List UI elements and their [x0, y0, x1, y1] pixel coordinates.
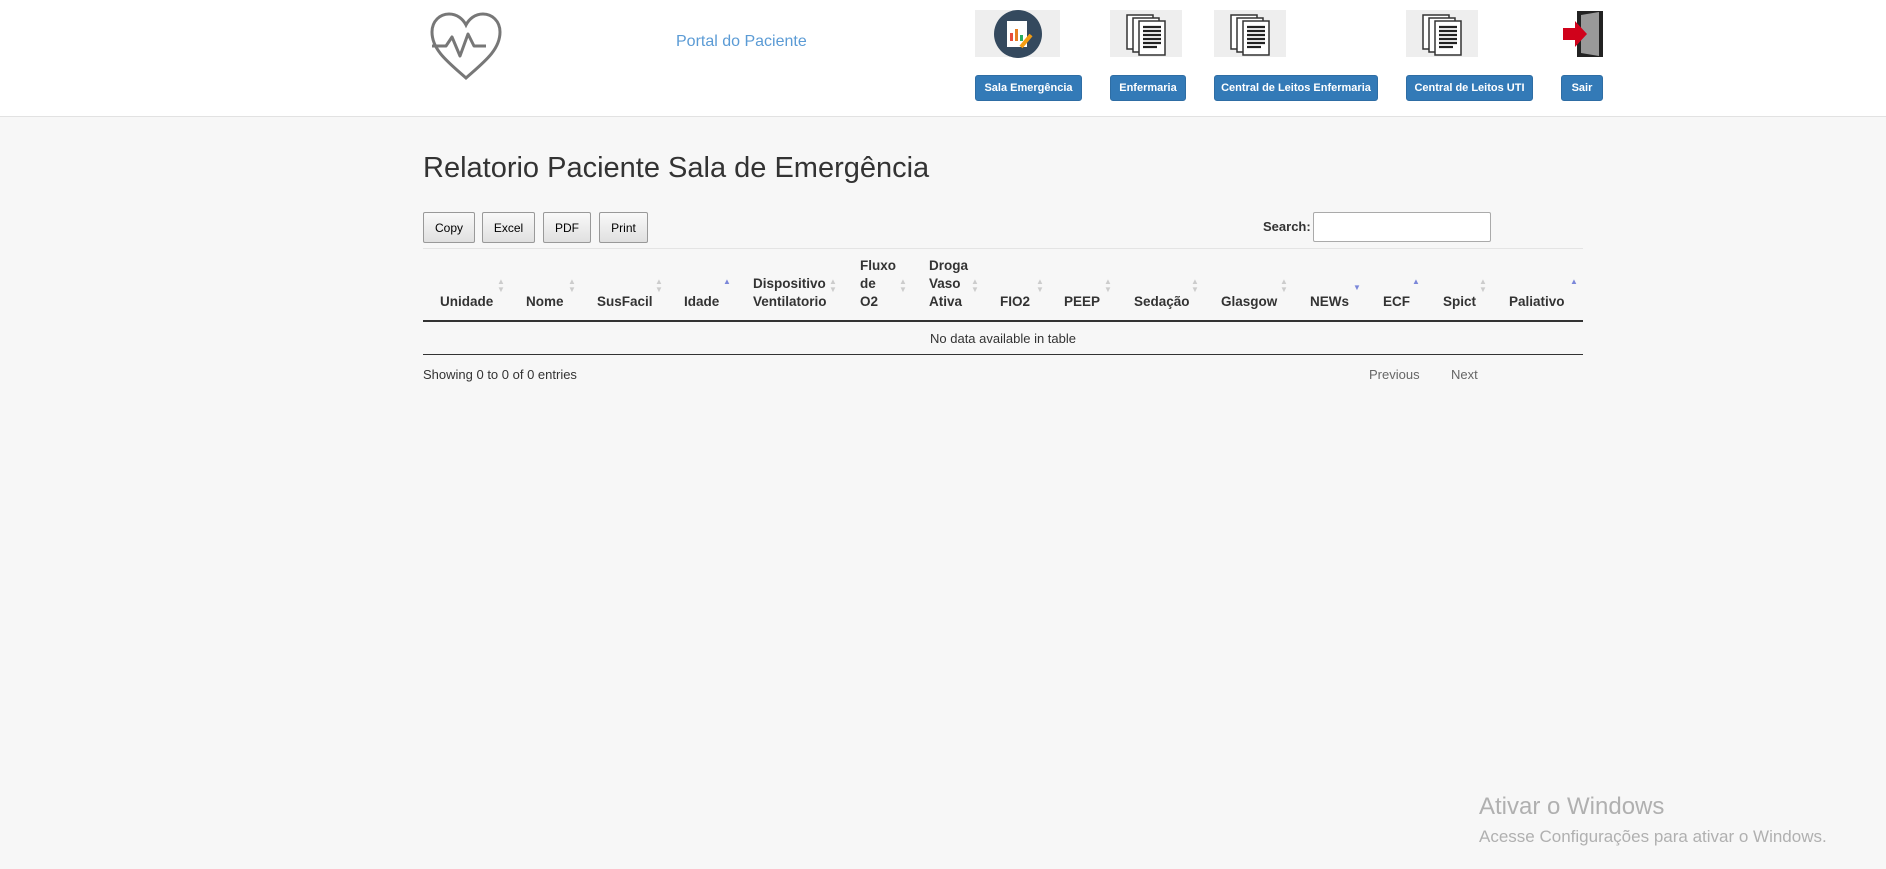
documents-icon[interactable] — [1110, 10, 1182, 57]
column-header-fluxo-o2[interactable]: Fluxo de O2 — [860, 255, 896, 317]
top-header: Portal do Paciente Sala Emergência Enfer… — [0, 0, 1886, 117]
sort-ascending-icon: ▲ — [1570, 277, 1578, 286]
heart-pulse-logo-icon — [428, 10, 504, 82]
previous-page-button[interactable]: Previous — [1369, 367, 1420, 382]
column-label: Sedação — [1134, 294, 1190, 309]
column-header-glasgow[interactable]: Glasgow — [1221, 255, 1277, 317]
column-label: ECF — [1383, 294, 1410, 309]
sort-icon: ▲ ▼ — [899, 277, 907, 294]
column-header-unidade[interactable]: Unidade — [440, 255, 493, 317]
chart-report-icon[interactable] — [975, 9, 1060, 58]
search-label: Search: — [1263, 219, 1311, 234]
column-header-spict[interactable]: Spict — [1443, 255, 1476, 317]
column-header-sedacao[interactable]: Sedação — [1134, 255, 1190, 317]
column-label: Unidade — [440, 294, 494, 309]
sort-icon: ▲ ▼ — [1191, 277, 1199, 294]
column-label-line: Vaso — [929, 276, 961, 291]
column-header-news[interactable]: NEWs — [1310, 255, 1349, 317]
column-label: Spict — [1443, 294, 1477, 309]
column-label: Fluxo de O2 — [860, 257, 896, 311]
column-label: Droga Vaso Ativa — [929, 257, 968, 311]
table-bottom-divider — [423, 354, 1583, 355]
column-header-fio2[interactable]: FIO2 — [1000, 255, 1030, 317]
column-label-line: Droga — [929, 258, 969, 273]
column-label-line: O2 — [860, 294, 879, 309]
column-label: Dispositivo Ventilatorio — [753, 275, 827, 311]
sort-icon: ▲ ▼ — [1104, 277, 1112, 294]
sort-icon: ▲ ▼ — [1036, 277, 1044, 294]
column-label: Idade — [684, 294, 720, 309]
pdf-button[interactable]: PDF — [543, 212, 591, 243]
nav-central-leitos-enfermaria-button[interactable]: Central de Leitos Enfermaria — [1214, 75, 1378, 101]
sort-icon: ▲ ▼ — [568, 277, 576, 294]
column-label: SusFacil — [597, 294, 653, 309]
exit-door-icon[interactable] — [1561, 10, 1605, 57]
windows-activation-watermark-title: Ativar o Windows — [1479, 793, 1665, 820]
windows-activation-watermark-text: Acesse Configurações para ativar o Windo… — [1479, 827, 1827, 846]
column-label: Nome — [526, 294, 564, 309]
sort-descending-icon: ▼ — [1353, 283, 1361, 292]
column-label-line: Ativa — [929, 294, 963, 309]
column-label-line: Fluxo — [860, 258, 896, 273]
column-label: PEEP — [1064, 294, 1101, 309]
documents-icon[interactable] — [1406, 10, 1478, 57]
column-label-line: Dispositivo — [753, 276, 826, 291]
column-header-droga-vaso-ativa[interactable]: Droga Vaso Ativa — [929, 255, 968, 317]
sort-ascending-icon: ▲ — [1412, 277, 1420, 286]
nav-central-leitos-uti-button[interactable]: Central de Leitos UTI — [1406, 75, 1533, 101]
column-header-susfacil[interactable]: SusFacil — [597, 255, 653, 317]
sort-icon: ▲ ▼ — [655, 277, 663, 294]
column-label-line: de — [860, 276, 876, 291]
page-title: Relatorio Paciente Sala de Emergência — [423, 152, 930, 184]
column-header-idade[interactable]: Idade — [684, 255, 719, 317]
column-header-peep[interactable]: PEEP — [1064, 255, 1100, 317]
excel-button[interactable]: Excel — [482, 212, 535, 243]
logout-button[interactable]: Sair — [1561, 75, 1603, 101]
nav-enfermaria-button[interactable]: Enfermaria — [1110, 75, 1186, 101]
table-info: Showing 0 to 0 of 0 entries — [423, 367, 577, 382]
column-label-line: Ventilatorio — [753, 294, 827, 309]
sort-icon: ▲ ▼ — [829, 277, 837, 294]
column-header-ecf[interactable]: ECF — [1383, 255, 1410, 317]
sort-icon: ▲ ▼ — [1479, 277, 1487, 294]
portal-title: Portal do Paciente — [676, 33, 807, 50]
column-header-nome[interactable]: Nome — [526, 255, 564, 317]
next-page-button[interactable]: Next — [1451, 367, 1478, 382]
column-header-paliativo[interactable]: Paliativo — [1509, 255, 1565, 317]
nav-sala-emergencia-button[interactable]: Sala Emergência — [975, 75, 1082, 101]
sort-icon: ▲ ▼ — [497, 277, 505, 294]
documents-icon[interactable] — [1214, 10, 1286, 57]
table-empty-row: No data available in table — [930, 330, 1076, 346]
print-button[interactable]: Print — [599, 212, 648, 243]
search-input[interactable] — [1313, 212, 1491, 242]
copy-button[interactable]: Copy — [423, 212, 475, 243]
column-label: NEWs — [1310, 294, 1350, 309]
sort-icon: ▲ ▼ — [1280, 277, 1288, 294]
table-top-divider — [423, 248, 1583, 249]
column-label: FIO2 — [1000, 294, 1031, 309]
column-label: Paliativo — [1509, 294, 1565, 309]
column-label: Glasgow — [1221, 294, 1278, 309]
sort-ascending-icon: ▲ — [723, 277, 731, 286]
column-header-dispositivo-ventilatorio[interactable]: Dispositivo Ventilatorio — [753, 255, 827, 317]
sort-icon: ▲ ▼ — [971, 277, 979, 294]
